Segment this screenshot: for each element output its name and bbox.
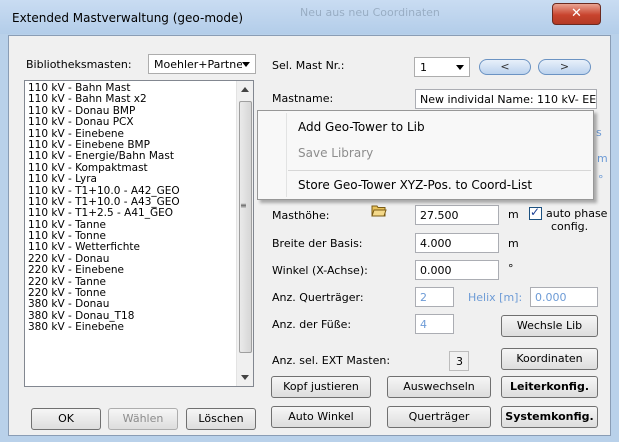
ext-masten-value-box: 3 bbox=[449, 351, 469, 371]
title-background-ghost: Neu aus neu Coordinaten bbox=[300, 6, 440, 19]
auto-phase-label-2: config. bbox=[551, 220, 589, 233]
ext-masten-value: 3 bbox=[456, 355, 463, 368]
sel-mast-label: Sel. Mast Nr.: bbox=[272, 59, 345, 72]
scroll-up-icon[interactable] bbox=[241, 87, 249, 92]
fuesse-value: 4 bbox=[420, 318, 427, 331]
koordinaten-button[interactable]: Koordinaten bbox=[501, 348, 598, 370]
sel-mast-select[interactable]: 1 bbox=[414, 57, 470, 77]
systemkonfig-button[interactable]: Systemkonfig. bbox=[501, 406, 598, 428]
kopf-justieren-button[interactable]: Kopf justieren bbox=[271, 376, 371, 398]
helix-label: Helix [m]: bbox=[468, 291, 523, 304]
winkel-unit: ° bbox=[508, 262, 514, 275]
scroll-thumb[interactable] bbox=[239, 101, 252, 353]
helix-input[interactable]: 0.000 bbox=[530, 287, 598, 307]
prev-arrow-icon: < bbox=[500, 60, 510, 73]
auto-phase-label: auto phase bbox=[546, 207, 608, 220]
scroll-down-icon[interactable] bbox=[241, 375, 249, 380]
library-label: Bibliotheksmasten: bbox=[26, 58, 132, 71]
partial-label-m: m bbox=[597, 152, 608, 165]
masthoehe-label: Masthöhe: bbox=[272, 209, 330, 222]
checkmark-icon: ✓ bbox=[530, 205, 541, 219]
library-select[interactable]: Moehler+Partne bbox=[148, 54, 256, 74]
menu-item-add-geo-tower[interactable]: Add Geo-Tower to Lib bbox=[298, 120, 425, 134]
menu-item-store-geo-tower-pos[interactable]: Store Geo-Tower XYZ-Pos. to Coord-List bbox=[298, 178, 532, 192]
masthoehe-unit: m bbox=[508, 208, 519, 221]
menu-item-save-library[interactable]: Save Library bbox=[298, 146, 373, 160]
mast-name-value: New individal Name: 110 kV- EE bbox=[420, 93, 597, 106]
prev-mast-button[interactable]: < bbox=[479, 59, 531, 75]
loeschen-button[interactable]: Löschen bbox=[186, 408, 256, 430]
breite-input[interactable]: 4.000 bbox=[415, 233, 499, 253]
quertraeger-count-value: 2 bbox=[420, 291, 427, 304]
library-list-items: 110 kV - Bahn Mast 110 kV - Bahn Mast x2 1… bbox=[28, 82, 234, 334]
title-bar[interactable]: Extended Mastverwaltung (geo-mode) Neu a… bbox=[0, 0, 619, 34]
library-mast-list[interactable]: 110 kV - Bahn Mast 110 kV - Bahn Mast x2 1… bbox=[24, 80, 254, 387]
quertraeger-count-input[interactable]: 2 bbox=[415, 287, 454, 307]
quertraeger-count-label: Anz. Querträger: bbox=[272, 291, 364, 304]
library-list-item[interactable]: 220 kV - Einebene bbox=[28, 264, 234, 276]
next-arrow-icon: > bbox=[559, 60, 570, 73]
masthoehe-value: 27.500 bbox=[420, 209, 459, 222]
library-list-item[interactable]: 110 kV - Donau PCX bbox=[28, 116, 234, 128]
menu-separator bbox=[288, 170, 591, 171]
chevron-down-icon bbox=[456, 65, 464, 70]
chevron-down-icon bbox=[242, 62, 250, 67]
ok-button[interactable]: OK bbox=[31, 408, 101, 430]
breite-value: 4.000 bbox=[420, 237, 452, 250]
library-select-value: Moehler+Partne bbox=[154, 58, 242, 71]
library-list-item[interactable]: 110 kV - Lyra bbox=[28, 173, 234, 185]
breite-label: Breite der Basis: bbox=[272, 237, 363, 250]
dialog-window: Extended Mastverwaltung (geo-mode) Neu a… bbox=[0, 0, 619, 442]
partial-label-deg: ° bbox=[598, 173, 604, 186]
partial-label-s: s bbox=[596, 126, 602, 139]
winkel-input[interactable]: 0.000 bbox=[415, 260, 499, 280]
next-mast-button[interactable]: > bbox=[538, 59, 591, 75]
menu-gutter bbox=[286, 113, 287, 197]
open-folder-icon[interactable] bbox=[371, 204, 387, 217]
winkel-label: Winkel (X-Achse): bbox=[272, 264, 368, 277]
breite-unit: m bbox=[508, 237, 519, 250]
quertraeger-button[interactable]: Querträger bbox=[387, 406, 491, 428]
scroll-grip-icon: ≡ bbox=[240, 201, 247, 210]
auswechseln-button[interactable]: Auswechseln bbox=[387, 376, 491, 398]
leiterkonfig-button[interactable]: Leiterkonfig. bbox=[501, 376, 598, 398]
close-icon: ✕ bbox=[571, 6, 582, 21]
mast-name-label: Mastname: bbox=[272, 92, 334, 105]
close-button[interactable]: ✕ bbox=[552, 3, 601, 25]
ext-masten-label: Anz. sel. EXT Masten: bbox=[272, 354, 391, 367]
window-title: Extended Mastverwaltung (geo-mode) bbox=[12, 11, 244, 25]
winkel-value: 0.000 bbox=[420, 264, 452, 277]
library-list-item[interactable]: 110 kV - T1+2.5 - A41_GEO bbox=[28, 207, 234, 219]
waehlen-button[interactable]: Wählen bbox=[108, 408, 178, 430]
fuesse-input[interactable]: 4 bbox=[415, 314, 454, 334]
library-scrollbar[interactable]: ≡ bbox=[236, 81, 253, 386]
auto-phase-checkbox[interactable]: ✓ bbox=[529, 205, 542, 220]
wechsle-lib-button[interactable]: Wechsle Lib bbox=[501, 315, 598, 337]
context-menu: Add Geo-Tower to Lib Save Library Store … bbox=[257, 110, 594, 200]
library-list-item[interactable]: 380 kV - Einebene bbox=[28, 321, 234, 333]
masthoehe-input[interactable]: 27.500 bbox=[415, 205, 499, 225]
mast-name-input[interactable]: New individal Name: 110 kV- EE bbox=[415, 89, 597, 109]
auto-winkel-button[interactable]: Auto Winkel bbox=[271, 406, 371, 428]
sel-mast-value: 1 bbox=[420, 61, 427, 74]
fuesse-label: Anz. der Füße: bbox=[272, 318, 352, 331]
helix-value: 0.000 bbox=[535, 291, 567, 304]
